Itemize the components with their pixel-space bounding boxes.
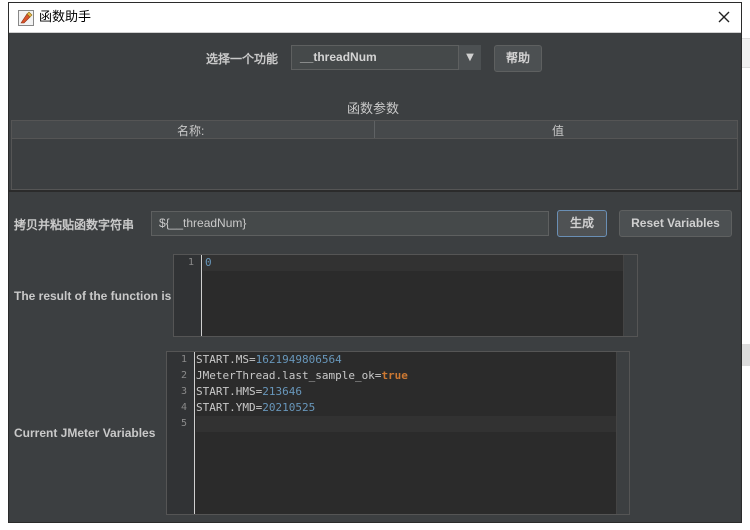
background-window-fragment [742, 38, 750, 68]
vertical-scrollbar[interactable] [616, 352, 629, 514]
params-table[interactable]: 名称: 值 [11, 120, 738, 190]
function-string-value: ${__threadNum} [159, 216, 247, 230]
result-label: The result of the function is [14, 289, 172, 303]
variables-label: Current JMeter Variables [14, 426, 156, 440]
function-select-label: 选择一个功能 [206, 52, 279, 66]
reset-variables-button[interactable]: Reset Variables [619, 210, 732, 237]
help-button-label: 帮助 [505, 51, 530, 65]
reset-variables-label: Reset Variables [631, 216, 720, 230]
function-select-value: __threadNum [300, 50, 377, 64]
column-header-name: 名称: [177, 124, 205, 138]
function-select[interactable]: __threadNum ▼ [291, 45, 481, 70]
dropdown-arrow-button[interactable]: ▼ [458, 45, 481, 70]
line-number: 4 [180, 402, 187, 413]
current-line-highlight [203, 255, 623, 271]
background-window-fragment [742, 344, 750, 366]
column-header-value: 值 [552, 124, 565, 138]
variable-value: 213646 [262, 385, 302, 398]
close-icon [718, 11, 730, 23]
line-number: 3 [180, 386, 187, 397]
generate-button-label: 生成 [569, 216, 594, 230]
variable-key: START.HMS= [196, 385, 263, 398]
variable-key: START.MS= [196, 353, 256, 366]
function-helper-dialog: 函数助手 选择一个功能 __threadNum ▼ 帮助 函数参数 名称: 值 [8, 2, 742, 523]
params-title: 函数参数 [347, 102, 400, 117]
window-title: 函数助手 [39, 10, 92, 25]
variable-value: 1621949806564 [255, 353, 342, 366]
line-number: 2 [180, 370, 187, 381]
help-button[interactable]: 帮助 [494, 45, 542, 72]
variable-value: 20210525 [262, 401, 316, 414]
line-number: 5 [180, 418, 187, 429]
line-number-gutter: 1 2 3 4 5 [167, 352, 195, 514]
background-window-edge [742, 0, 750, 530]
variable-key: JMeterThread.last_sample_ok= [196, 369, 382, 382]
variable-line: JMeterThread.last_sample_ok=true [196, 368, 408, 384]
line-number: 1 [180, 354, 187, 365]
variable-line: START.YMD=20210525 [196, 400, 315, 416]
vertical-scrollbar[interactable] [623, 255, 637, 336]
generate-button[interactable]: 生成 [557, 210, 607, 237]
result-editor[interactable]: 1 0 [173, 254, 638, 337]
result-value: 0 [205, 256, 212, 269]
variable-line: START.HMS=213646 [196, 384, 302, 400]
app-icon [18, 10, 34, 26]
line-number-gutter: 1 [174, 255, 202, 336]
line-number: 1 [187, 257, 194, 268]
function-string-label: 拷贝并粘贴函数字符串 [14, 218, 135, 232]
variable-key: START.YMD= [196, 401, 263, 414]
chevron-down-icon: ▼ [466, 52, 474, 63]
section-divider [9, 190, 741, 192]
close-button[interactable] [711, 6, 737, 30]
params-table-header: 名称: 值 [12, 121, 737, 139]
dialog-content: 选择一个功能 __threadNum ▼ 帮助 函数参数 名称: 值 拷贝并粘贴… [9, 34, 741, 522]
function-string-field[interactable]: ${__threadNum} [151, 211, 549, 236]
variables-editor[interactable]: 1 2 3 4 5 START.MS=1621949806564 JMeterT… [166, 351, 630, 515]
variable-line: START.MS=1621949806564 [196, 352, 342, 368]
variable-value: true [381, 369, 408, 382]
title-bar: 函数助手 [9, 3, 741, 33]
current-line-highlight [196, 416, 616, 432]
